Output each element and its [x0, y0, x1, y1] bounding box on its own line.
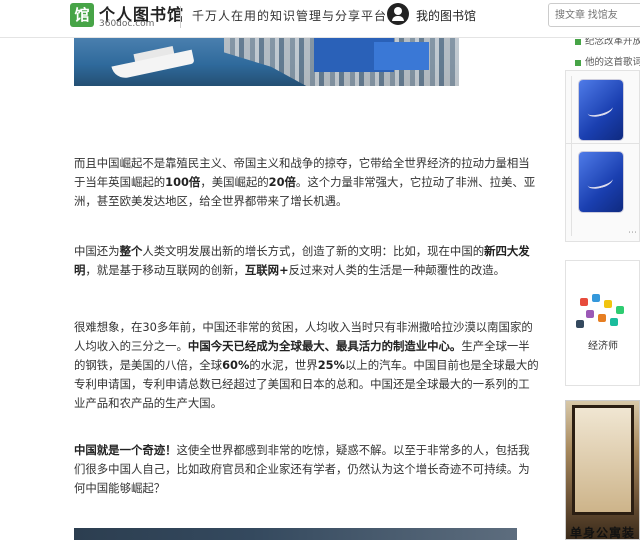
- lighter-product-image[interactable]: [579, 152, 623, 212]
- economist-icon[interactable]: [574, 292, 630, 332]
- lighter-product-image[interactable]: [579, 80, 623, 140]
- article-bottom-image: [74, 528, 517, 540]
- logo-icon[interactable]: 馆: [70, 3, 94, 27]
- article-paragraph-4: 中国就是一个奇迹！这使全世界都感到非常的吃惊，疑惑不解。以至于非常多的人，包括我…: [74, 443, 530, 495]
- article-paragraph-2: 中国还为整个人类文明发展出新的增长方式，创造了新的文明：比如，现在中国的新四大发…: [74, 244, 530, 277]
- site-domain: 360doc.com: [99, 19, 155, 29]
- my-library-link[interactable]: 我的图书馆: [416, 7, 476, 24]
- search-input[interactable]: [548, 3, 640, 27]
- apartment-ad-title[interactable]: 单身公寓装: [570, 524, 635, 540]
- site-slogan: 千万人在用的知识管理与分享平台: [192, 9, 388, 23]
- site-header: 馆 个人图书馆 360doc.com 千万人在用的知识管理与分享平台 我的图书馆: [0, 0, 640, 38]
- user-avatar-icon[interactable]: [387, 3, 409, 25]
- apartment-ad-image: [572, 405, 634, 515]
- article-paragraph-1: 而且中国崛起不是靠殖民主义、帝国主义和战争的掠夺，它带给全世界经济的拉动力量相当…: [74, 156, 536, 208]
- header-divider: [180, 6, 181, 28]
- article-paragraph-3: 很难想象，在30多年前，中国还非常的贫困，人均收入当时只有非洲撒哈拉沙漠以南国家…: [74, 320, 539, 410]
- more-icon[interactable]: ⋯: [628, 228, 637, 238]
- sidebar-news-item[interactable]: 他的这首歌词: [575, 54, 640, 68]
- econ-label[interactable]: 经济师: [588, 337, 618, 352]
- article-harbor-image: [74, 38, 459, 86]
